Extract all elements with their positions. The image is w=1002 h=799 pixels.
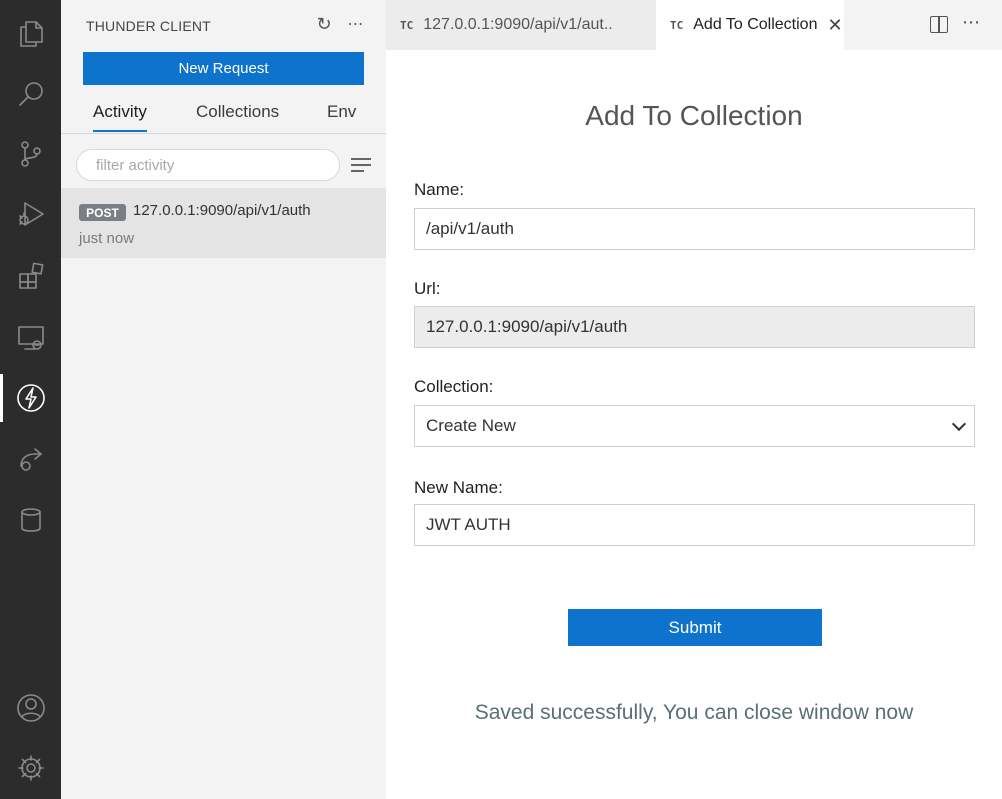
account-icon[interactable]: [0, 684, 61, 732]
tab-request-label: 127.0.0.1:9090/api/v1/aut..: [423, 16, 613, 33]
activity-bar: [0, 0, 61, 799]
source-control-icon[interactable]: [0, 130, 61, 178]
filter-activity-input[interactable]: [76, 149, 340, 181]
live-share-icon[interactable]: [0, 434, 61, 482]
thunder-client-icon[interactable]: [0, 374, 61, 422]
sidebar-tabs: Activity Collections Env: [61, 96, 386, 134]
new-name-label: New Name:: [414, 478, 503, 497]
split-editor-icon[interactable]: [930, 16, 948, 33]
tab-add-to-collection-label: Add To Collection: [693, 16, 818, 33]
new-name-value: JWT AUTH: [426, 515, 511, 534]
tc-icon: TC: [400, 18, 414, 32]
activity-item[interactable]: POST 127.0.0.1:9090/api/v1/auth just now: [61, 188, 386, 258]
tab-add-to-collection[interactable]: TC Add To Collection ✕: [656, 0, 844, 50]
refresh-icon[interactable]: ↻: [312, 12, 336, 36]
activity-item-url: 127.0.0.1:9090/api/v1/auth: [133, 202, 311, 219]
activity-item-time: just now: [79, 230, 135, 247]
new-name-field[interactable]: JWT AUTH: [414, 504, 975, 546]
collection-label: Collection:: [414, 377, 494, 396]
files-icon[interactable]: [0, 10, 61, 58]
remote-explorer-icon[interactable]: [0, 314, 61, 362]
tab-activity[interactable]: Activity: [93, 102, 147, 132]
run-debug-icon[interactable]: [0, 190, 61, 238]
tab-request[interactable]: TC 127.0.0.1:9090/api/v1/aut..: [386, 0, 656, 50]
chevron-down-icon: [951, 416, 967, 432]
url-field: 127.0.0.1:9090/api/v1/auth: [414, 306, 975, 348]
page-title: Add To Collection: [585, 100, 803, 131]
editor-tab-bar: TC 127.0.0.1:9090/api/v1/aut.. TC Add To…: [386, 0, 1002, 50]
more-actions-icon[interactable]: ⋯: [344, 12, 368, 36]
success-message: Saved successfully, You can close window…: [474, 701, 914, 724]
collection-value: Create New: [426, 416, 516, 435]
close-icon[interactable]: ✕: [827, 15, 842, 36]
collection-select[interactable]: Create New: [414, 405, 975, 447]
tab-collections[interactable]: Collections: [196, 102, 279, 130]
tab-env[interactable]: Env: [327, 102, 356, 130]
url-value: 127.0.0.1:9090/api/v1/auth: [426, 317, 628, 336]
submit-button[interactable]: Submit: [568, 609, 822, 646]
sidebar-title: THUNDER CLIENT: [86, 18, 211, 34]
search-icon[interactable]: [0, 70, 61, 118]
filter-menu-icon[interactable]: [349, 153, 375, 177]
settings-gear-icon[interactable]: [0, 744, 61, 792]
more-actions-icon[interactable]: ⋯: [962, 12, 981, 33]
thunder-client-sidebar: THUNDER CLIENT ↻ ⋯ New Request Activity …: [61, 0, 386, 799]
extensions-icon[interactable]: [0, 252, 61, 300]
name-field[interactable]: /api/v1/auth: [414, 208, 975, 250]
url-label: Url:: [414, 279, 441, 298]
database-icon[interactable]: [0, 496, 61, 544]
name-value: /api/v1/auth: [426, 219, 514, 238]
method-badge: POST: [79, 204, 126, 221]
name-label: Name:: [414, 180, 465, 199]
new-request-button[interactable]: New Request: [83, 52, 364, 85]
tc-icon: TC: [670, 18, 684, 32]
